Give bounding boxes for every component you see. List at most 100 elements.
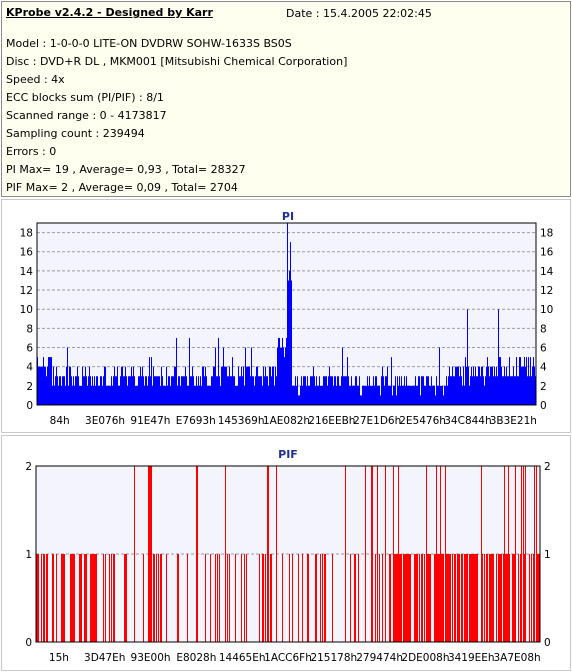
pi-bar [53,366,54,405]
pi-bar [373,376,374,405]
pif-bar [225,466,226,642]
pi-bar [305,376,306,405]
pi-bar [46,376,47,405]
pi-bar [461,376,462,405]
pi-bar [136,385,137,405]
pi-bar [61,385,62,405]
pi-bar [121,366,122,405]
pi-bar [334,376,335,405]
x-tick-label: 3E076h [85,415,125,427]
pi-bar [108,385,109,405]
pi-bar [198,376,199,405]
pif-bar [262,554,263,642]
x-tick-label: 3B3E21h [490,415,537,427]
pif-bar [267,466,268,642]
pi-bar [451,376,452,405]
pi-bar [288,280,289,405]
pi-bar [235,385,236,405]
pi-bar [103,376,104,405]
pi-bar [407,385,408,405]
pif-bar [72,554,73,642]
pif-bar [437,554,438,642]
pi-bar [212,376,213,405]
pi-bar [217,376,218,405]
pi-bar [533,357,534,405]
pif-bar [534,466,535,642]
pif-bar [390,554,391,642]
pi-bar [101,376,102,405]
pi-bar [340,385,341,405]
pif-bar [500,554,501,642]
pif-bar [94,554,95,642]
pif-bar [523,466,524,642]
pi-stats-line: PI Max= 19 , Average= 0,93 , Total= 2832… [6,163,246,176]
pi-bar [534,366,535,405]
pif-bar [241,554,242,642]
pi-bar [228,376,229,405]
pi-bar [280,347,281,405]
pif-bar [455,554,456,642]
pi-bar [232,357,233,405]
pi-bar [111,376,112,405]
pi-bar [109,385,110,405]
pi-bar [119,385,120,405]
pi-bar [214,366,215,405]
pi-bar [148,376,149,405]
pif-bar [477,554,478,642]
pif-bar [533,554,534,642]
pi-bar [269,366,270,405]
pi-bar [480,376,481,405]
pi-bar [245,347,246,405]
pif-bar [263,554,264,642]
pi-bar [337,376,338,405]
pi-bar [439,347,440,405]
pif-bar [529,554,530,642]
pi-bar [78,376,79,405]
pif-bar [459,554,460,642]
pi-bar [163,385,164,405]
pif-bar [244,554,245,642]
pif-bar [409,554,410,642]
pif-bar [85,554,86,642]
pi-bar [479,366,480,405]
x-tick-label: 27E1D6h [353,415,401,427]
pif-bar [462,554,463,642]
pi-bar [158,376,159,405]
pi-bar [429,385,430,405]
y-tick-label-right: 0 [540,400,547,412]
pi-bar [194,385,195,405]
x-tick-label: 2E5476h [399,415,446,427]
pi-bar [203,366,204,405]
pi-bar [208,385,209,405]
pi-bar [89,366,90,405]
pif-bar [187,554,188,642]
pif-bar [292,554,293,642]
pi-bar [81,385,82,405]
x-tick-label: 215178h [310,652,357,664]
pi-bar [380,395,381,405]
pi-bar [367,376,368,405]
pif-bar [419,554,420,642]
x-tick-label: 93E00h [131,652,171,664]
pi-bar [527,376,528,405]
pi-bar [385,376,386,405]
pi-bar [317,385,318,405]
disc-line: Disc : DVD+R DL , MKM001 [Mitsubishi Che… [6,55,348,68]
pi-bar [183,376,184,405]
pi-bar [131,366,132,405]
pi-bar [243,366,244,405]
pi-bar [58,385,59,405]
pi-bar [441,385,442,405]
y-tick-label: 18 [20,228,33,240]
pi-bar [255,376,256,405]
pi-bar [361,395,362,405]
pif-bar [470,554,471,642]
pif-bar [197,466,198,642]
pif-bar [406,554,407,642]
pi-bar [489,376,490,405]
pi-bar [393,385,394,405]
pi-bar [378,385,379,405]
pi-bar [467,309,468,405]
pi-bar [76,376,77,405]
pi-bar [458,366,459,405]
